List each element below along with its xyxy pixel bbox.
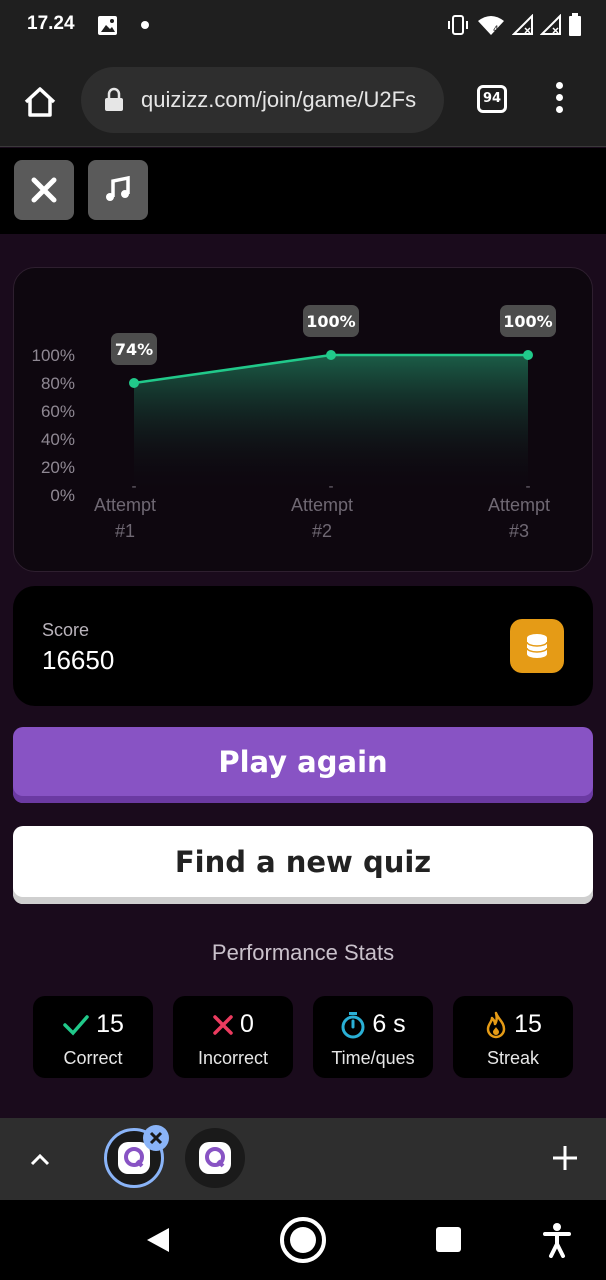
x-tick-label: Attempt [291, 495, 353, 515]
music-note-icon [106, 175, 130, 201]
score-label: Score [42, 620, 90, 640]
y-tick-label: 20% [41, 458, 75, 477]
status-bar: 17.24 4 [0, 0, 606, 52]
stat-streak-value: 15 [514, 1010, 542, 1038]
coins-icon [510, 619, 564, 673]
chart-point [523, 350, 533, 360]
music-toggle-button[interactable] [88, 160, 148, 220]
x-tick-label: #1 [115, 521, 135, 541]
stat-incorrect: 0 Incorrect [173, 996, 293, 1078]
vibrate-icon [448, 15, 468, 35]
chevron-up-icon[interactable] [28, 1148, 52, 1176]
battery-icon [569, 13, 581, 36]
svg-text:100%: 100% [503, 312, 552, 331]
tab-count-button[interactable]: 94 [477, 85, 507, 113]
system-nav-bar [0, 1200, 606, 1280]
data-label: 74% [111, 333, 157, 365]
stat-correct: 15 Correct [33, 996, 153, 1078]
dot-icon [141, 21, 149, 29]
chart-point [326, 350, 336, 360]
play-again-button[interactable]: Play again [13, 727, 593, 803]
performance-stats-row: 15 Correct 0 Incorrect 6 s Time/ques 15 … [33, 996, 573, 1078]
x-tick-label: #2 [312, 521, 332, 541]
x-tick-mark: - [131, 479, 136, 495]
url-bar[interactable]: quizizz.com/join/game/U2Fs [81, 67, 444, 133]
stat-incorrect-label: Incorrect [197, 1048, 269, 1068]
plus-icon[interactable] [551, 1144, 579, 1176]
chart-point [129, 378, 139, 388]
stat-correct-label: Correct [63, 1048, 123, 1068]
accessibility-icon[interactable] [543, 1222, 571, 1262]
tab-strip [0, 1118, 606, 1200]
browser-home-button[interactable] [20, 82, 60, 122]
url-text: quizizz.com/join/game/U2Fs [141, 87, 417, 112]
image-icon [98, 16, 117, 35]
quizizz-tab-icon [199, 1142, 231, 1174]
y-tick-label: 0% [50, 486, 75, 505]
flame-icon [486, 1011, 506, 1038]
status-right-icons: 4 [446, 13, 582, 37]
stat-time-label: Time/ques [331, 1048, 415, 1068]
stat-streak: 15 Streak [453, 996, 573, 1078]
wifi-icon: 4 [478, 16, 504, 35]
status-time: 17.24 [27, 13, 75, 34]
timer-icon [341, 1011, 365, 1038]
stat-incorrect-value: 0 [240, 1010, 254, 1038]
home-icon [24, 87, 56, 117]
quiz-toolbar [0, 148, 606, 234]
browser-toolbar: quizizz.com/join/game/U2Fs 94 [0, 52, 606, 147]
score-value: 16650 [42, 645, 115, 675]
status-left-icons [97, 14, 157, 42]
lock-icon [103, 87, 125, 117]
svg-text:4: 4 [493, 25, 499, 35]
x-tick-label: Attempt [488, 495, 550, 515]
stat-streak-label: Streak [486, 1048, 540, 1068]
stat-time: 6 s Time/ques [313, 996, 433, 1078]
x-tick-label: #3 [509, 521, 529, 541]
chart-area-fill [134, 355, 528, 495]
score-card: Score 16650 [13, 586, 593, 706]
x-tick-mark: - [328, 479, 333, 495]
stat-time-value: 6 s [372, 1010, 406, 1038]
performance-stats-title: Performance Stats [211, 940, 395, 965]
check-icon [63, 1014, 89, 1036]
chart-canvas: 0%20%40%60%80%100% 74%100% 100% -Attempt#… [32, 305, 556, 541]
svg-text:74%: 74% [115, 340, 153, 359]
x-tick-label: Attempt [94, 495, 156, 515]
svg-text:100%: 100% [306, 312, 355, 331]
x-icon [213, 1014, 233, 1035]
more-vert-icon[interactable] [551, 82, 567, 118]
y-tick-label: 100% [32, 346, 75, 365]
attempt-accuracy-chart: 0% 20% 40% 60% 80% 100% 74% 100% 100% - Attempt #… [13, 267, 593, 572]
close-icon [149, 1131, 163, 1145]
close-icon [31, 177, 57, 203]
y-tick-label: 60% [41, 402, 75, 421]
x-tick-mark: - [525, 479, 530, 495]
signal-icon [512, 14, 533, 35]
close-quiz-button[interactable] [14, 160, 74, 220]
find-new-quiz-button[interactable]: Find a new quiz [13, 826, 593, 904]
y-tick-label: 80% [41, 374, 75, 393]
data-label: 100% [303, 305, 359, 337]
signal-icon [540, 14, 561, 35]
stat-correct-value: 15 [96, 1010, 124, 1038]
recents-icon[interactable] [436, 1227, 461, 1252]
back-icon[interactable] [145, 1226, 171, 1258]
close-tab-button[interactable] [143, 1125, 169, 1151]
quizizz-tab[interactable] [185, 1128, 245, 1188]
y-tick-label: 40% [41, 430, 75, 449]
data-label: 100% [500, 305, 556, 337]
home-circle-icon[interactable] [279, 1216, 327, 1268]
